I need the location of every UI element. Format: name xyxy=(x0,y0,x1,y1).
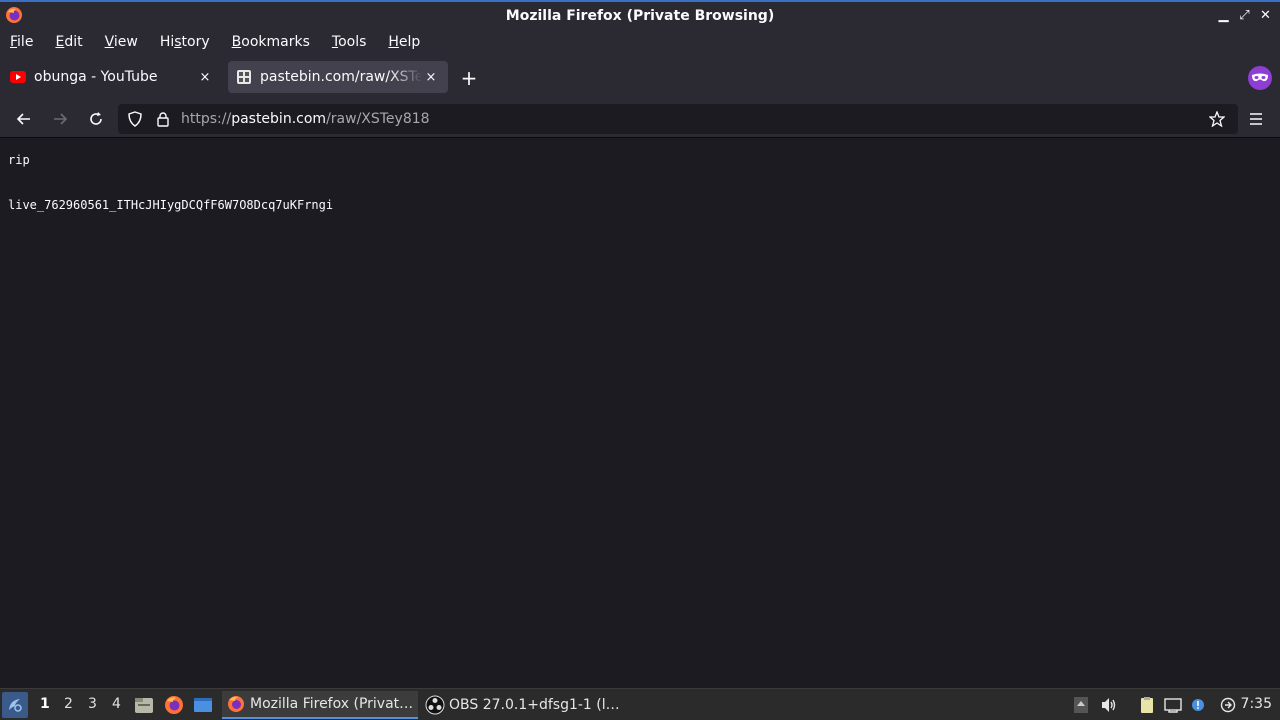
menu-view-mnemonic: V xyxy=(104,34,114,50)
task-label: OBS 27.0.1+dfsg1-1 (l… xyxy=(449,697,620,713)
app-menu-button[interactable] xyxy=(1244,107,1268,131)
window-titlebar: Mozilla Firefox (Private Browsing) ▁ ⤢ ✕ xyxy=(0,0,1280,30)
menu-history-label: tory xyxy=(181,34,210,50)
tracking-protection-button[interactable] xyxy=(123,107,147,131)
volume-icon xyxy=(1102,698,1116,712)
clipboard-icon xyxy=(1141,697,1153,713)
tab-youtube[interactable]: obunga - YouTube × xyxy=(2,61,222,93)
task-obs[interactable]: OBS 27.0.1+dfsg1-1 (l… xyxy=(421,691,620,719)
workspace-4[interactable]: 4 xyxy=(112,696,121,712)
taskbar: 1 2 3 4 Mozilla Firefox (Privat… OBS 27.… xyxy=(0,688,1280,720)
menu-tools-label: ools xyxy=(338,34,367,50)
new-tab-button[interactable]: + xyxy=(458,66,480,90)
workspace-1[interactable]: 1 xyxy=(40,696,50,712)
menu-bookmarks-mnemonic: B xyxy=(231,34,242,50)
menu-view[interactable]: View xyxy=(105,34,138,50)
bookmark-star-button[interactable] xyxy=(1205,107,1229,131)
arrow-right-icon xyxy=(54,113,68,125)
url-bar[interactable]: https://pastebin.com/raw/XSTey818 xyxy=(118,104,1238,134)
forward-button[interactable] xyxy=(48,107,72,131)
menu-tools[interactable]: Tools xyxy=(332,34,367,50)
show-desktop-icon[interactable] xyxy=(192,694,214,716)
clock[interactable]: 7:35 xyxy=(1241,696,1272,712)
minimize-button[interactable]: ▁ xyxy=(1213,5,1234,25)
tab-label: pastebin.com/raw/XSTey818 xyxy=(260,69,422,85)
star-icon xyxy=(1209,111,1225,127)
hamburger-icon xyxy=(1250,113,1262,125)
tab-close-button[interactable]: × xyxy=(196,70,214,85)
menu-bookmarks-label: ookmarks xyxy=(241,34,310,50)
menu-edit[interactable]: Edit xyxy=(55,34,82,50)
clipboard-button[interactable] xyxy=(1136,694,1158,716)
update-icon xyxy=(1220,697,1236,713)
network-icon xyxy=(1164,698,1182,713)
file-manager-icon[interactable] xyxy=(133,694,155,716)
workspace-3[interactable]: 3 xyxy=(88,696,97,712)
site-info-button[interactable] xyxy=(151,107,175,131)
url-scheme: https:// xyxy=(181,111,232,127)
firefox-task-icon xyxy=(228,696,244,712)
arrow-left-icon xyxy=(16,113,30,125)
network-button[interactable] xyxy=(1162,694,1184,716)
url-host: pastebin.com xyxy=(231,111,327,127)
menu-history-mnemonic: s xyxy=(174,34,182,50)
tab-pastebin[interactable]: pastebin.com/raw/XSTey818 × xyxy=(228,61,448,93)
notification-icon xyxy=(1192,699,1204,711)
menu-history[interactable]: History xyxy=(160,34,210,50)
url-path: /raw/XSTey818 xyxy=(326,111,430,127)
menu-help-mnemonic: H xyxy=(388,34,399,50)
shield-icon xyxy=(128,111,142,127)
menu-file-label: ile xyxy=(17,34,34,50)
menu-edit-label: dit xyxy=(64,34,83,50)
paste-line-1: rip xyxy=(8,153,30,167)
back-button[interactable] xyxy=(12,107,36,131)
start-menu-button[interactable] xyxy=(2,692,28,718)
reload-icon xyxy=(90,112,102,125)
navigation-toolbar: https://pastebin.com/raw/XSTey818 xyxy=(0,100,1280,138)
maximize-button[interactable]: ⤢ xyxy=(1234,5,1255,25)
task-label: Mozilla Firefox (Privat… xyxy=(250,696,414,712)
menu-help-label: elp xyxy=(398,34,421,50)
menu-bookmarks[interactable]: Bookmarks xyxy=(232,34,310,50)
notification-button[interactable] xyxy=(1187,694,1209,716)
close-window-button[interactable]: ✕ xyxy=(1255,5,1276,25)
menu-view-label: iew xyxy=(113,34,138,50)
page-content: rip live_762960561_ITHcJHIygDCQfF6W7O8Dc… xyxy=(0,139,1280,687)
volume-button[interactable] xyxy=(1098,694,1120,716)
menu-bar: File Edit View History Bookmarks Tools H… xyxy=(0,30,1280,54)
window-controls: ▁ ⤢ ✕ xyxy=(1213,5,1276,25)
tray-up-arrow[interactable] xyxy=(1070,694,1092,716)
window-title: Mozilla Firefox (Private Browsing) xyxy=(505,8,775,24)
paste-line-2: live_762960561_ITHcJHIygDCQfF6W7O8Dcq7uK… xyxy=(8,198,334,212)
lock-icon xyxy=(157,112,169,127)
menu-history-prefix: Hi xyxy=(159,34,175,50)
obs-icon xyxy=(425,695,445,715)
youtube-icon xyxy=(10,71,26,83)
menu-help[interactable]: Help xyxy=(388,34,420,50)
mask-icon xyxy=(1252,73,1268,82)
update-button[interactable] xyxy=(1217,694,1239,716)
task-firefox[interactable]: Mozilla Firefox (Privat… xyxy=(222,691,418,719)
firefox-icon xyxy=(6,7,22,23)
pastebin-icon xyxy=(237,70,251,84)
firefox-launcher-icon[interactable] xyxy=(163,694,185,716)
menu-file[interactable]: File xyxy=(10,34,33,50)
tray-expand-icon xyxy=(1074,697,1088,713)
menu-file-mnemonic: F xyxy=(10,34,18,50)
url-text[interactable]: https://pastebin.com/raw/XSTey818 xyxy=(181,111,430,127)
reload-button[interactable] xyxy=(84,107,108,131)
menu-edit-mnemonic: E xyxy=(55,34,65,50)
tab-bar: obunga - YouTube × pastebin.com/raw/XSTe… xyxy=(0,54,1280,100)
lubuntu-logo-icon xyxy=(9,699,22,712)
private-browsing-icon xyxy=(1248,66,1272,90)
tab-close-button[interactable]: × xyxy=(422,70,440,85)
tab-label: obunga - YouTube xyxy=(34,69,158,85)
workspace-2[interactable]: 2 xyxy=(64,696,73,712)
